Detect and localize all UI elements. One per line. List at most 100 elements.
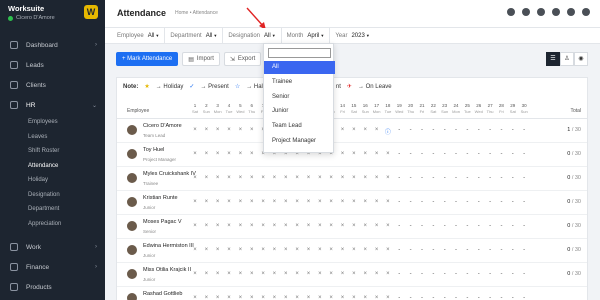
avatar[interactable] [127,125,137,135]
absent-cell[interactable]: × [360,199,370,205]
sidebar-subitem-shift-roster[interactable]: Shift Roster [0,144,105,159]
no-record-cell[interactable]: - [428,127,438,133]
absent-cell[interactable]: × [258,199,268,205]
clock-icon[interactable] [522,8,530,16]
avatar[interactable] [127,197,137,207]
absent-cell[interactable]: × [292,247,302,253]
absent-cell[interactable]: × [383,247,393,253]
no-record-cell[interactable]: - [519,247,529,253]
absent-cell[interactable]: × [338,223,348,229]
avatar[interactable] [127,269,137,279]
dropdown-option[interactable]: Team Lead [264,120,335,133]
no-record-cell[interactable]: - [428,175,438,181]
absent-cell[interactable]: × [292,223,302,229]
no-record-cell[interactable]: - [451,199,461,205]
dropdown-option[interactable]: Senior [264,91,335,104]
absent-cell[interactable]: × [224,271,234,277]
absent-cell[interactable]: × [281,247,291,253]
sidebar-item-finance[interactable]: Finance › [0,257,105,277]
no-record-cell[interactable]: - [428,151,438,157]
no-record-cell[interactable]: - [394,223,404,229]
no-record-cell[interactable]: - [485,247,495,253]
absent-cell[interactable]: × [247,223,257,229]
absent-cell[interactable]: × [247,175,257,181]
absent-cell[interactable]: × [224,247,234,253]
sidebar-item-hr[interactable]: HR ⌄ [0,95,105,115]
filter-employee[interactable]: Employee All ▼ [117,33,159,39]
absent-cell[interactable]: × [213,271,223,277]
absent-cell[interactable]: × [372,247,382,253]
no-record-cell[interactable]: - [519,295,529,300]
no-record-cell[interactable]: - [451,295,461,300]
absent-cell[interactable]: × [304,271,314,277]
no-record-cell[interactable]: - [394,247,404,253]
absent-cell[interactable]: × [349,151,359,157]
absent-cell[interactable]: × [338,199,348,205]
absent-cell[interactable]: × [224,175,234,181]
no-record-cell[interactable]: - [394,151,404,157]
table-row[interactable]: Edwina Hermiston III Junior × × × × × × × × × × × × × ×… [117,239,587,263]
no-record-cell[interactable]: - [519,271,529,277]
absent-cell[interactable]: × [383,271,393,277]
no-record-cell[interactable]: - [508,295,518,300]
absent-cell[interactable]: × [326,223,336,229]
no-record-cell[interactable]: - [462,175,472,181]
absent-cell[interactable]: × [224,151,234,157]
no-record-cell[interactable]: - [406,127,416,133]
no-record-cell[interactable]: - [474,151,484,157]
absent-cell[interactable]: × [269,247,279,253]
search-icon[interactable] [507,8,515,16]
no-record-cell[interactable]: - [451,175,461,181]
absent-cell[interactable]: × [281,199,291,205]
absent-cell[interactable]: × [372,223,382,229]
no-record-cell[interactable]: - [485,151,495,157]
no-record-cell[interactable]: - [462,247,472,253]
absent-cell[interactable]: × [269,223,279,229]
sidebar-subitem-employees[interactable]: Employees [0,115,105,130]
absent-cell[interactable]: × [247,151,257,157]
mark-attendance-button[interactable]: + Mark Attendance [116,52,179,66]
absent-cell[interactable]: × [349,247,359,253]
absent-cell[interactable]: × [235,271,245,277]
bell-icon[interactable] [567,8,575,16]
avatar[interactable] [127,149,137,159]
absent-cell[interactable]: × [190,151,200,157]
no-record-cell[interactable]: - [428,247,438,253]
absent-cell[interactable]: × [292,271,302,277]
no-record-cell[interactable]: - [485,271,495,277]
dropdown-option[interactable]: Trainee [264,76,335,89]
filter-designation[interactable]: Designation All ▼ [228,33,275,39]
absent-cell[interactable]: × [235,199,245,205]
absent-cell[interactable]: × [315,247,325,253]
absent-cell[interactable]: × [372,295,382,300]
breadcrumb[interactable]: Home • Attendance [175,10,218,16]
absent-cell[interactable]: × [338,151,348,157]
no-record-cell[interactable]: - [428,199,438,205]
absent-cell[interactable]: × [349,223,359,229]
dropdown-option[interactable]: All [264,61,335,74]
absent-cell[interactable]: × [235,223,245,229]
absent-cell[interactable]: × [338,295,348,300]
sidebar-subitem-holiday[interactable]: Holiday [0,173,105,188]
no-record-cell[interactable]: - [406,151,416,157]
avatar[interactable] [127,173,137,183]
avatar[interactable] [127,245,137,255]
absent-cell[interactable]: × [190,295,200,300]
employee-name[interactable]: Myles Cruickshank IV [143,171,196,177]
absent-cell[interactable]: × [190,271,200,277]
no-record-cell[interactable]: - [485,175,495,181]
absent-cell[interactable]: × [281,271,291,277]
employee-name[interactable]: Kristian Runte [143,195,178,201]
no-record-cell[interactable]: - [428,295,438,300]
no-record-cell[interactable]: - [406,271,416,277]
no-record-cell[interactable]: - [508,223,518,229]
no-record-cell[interactable]: - [508,175,518,181]
no-record-cell[interactable]: - [496,151,506,157]
absent-cell[interactable]: × [213,127,223,133]
absent-cell[interactable]: × [247,199,257,205]
absent-cell[interactable]: × [247,247,257,253]
no-record-cell[interactable]: - [519,199,529,205]
no-record-cell[interactable]: - [496,127,506,133]
absent-cell[interactable]: × [258,295,268,300]
dropdown-option[interactable]: Project Manager [264,135,335,148]
